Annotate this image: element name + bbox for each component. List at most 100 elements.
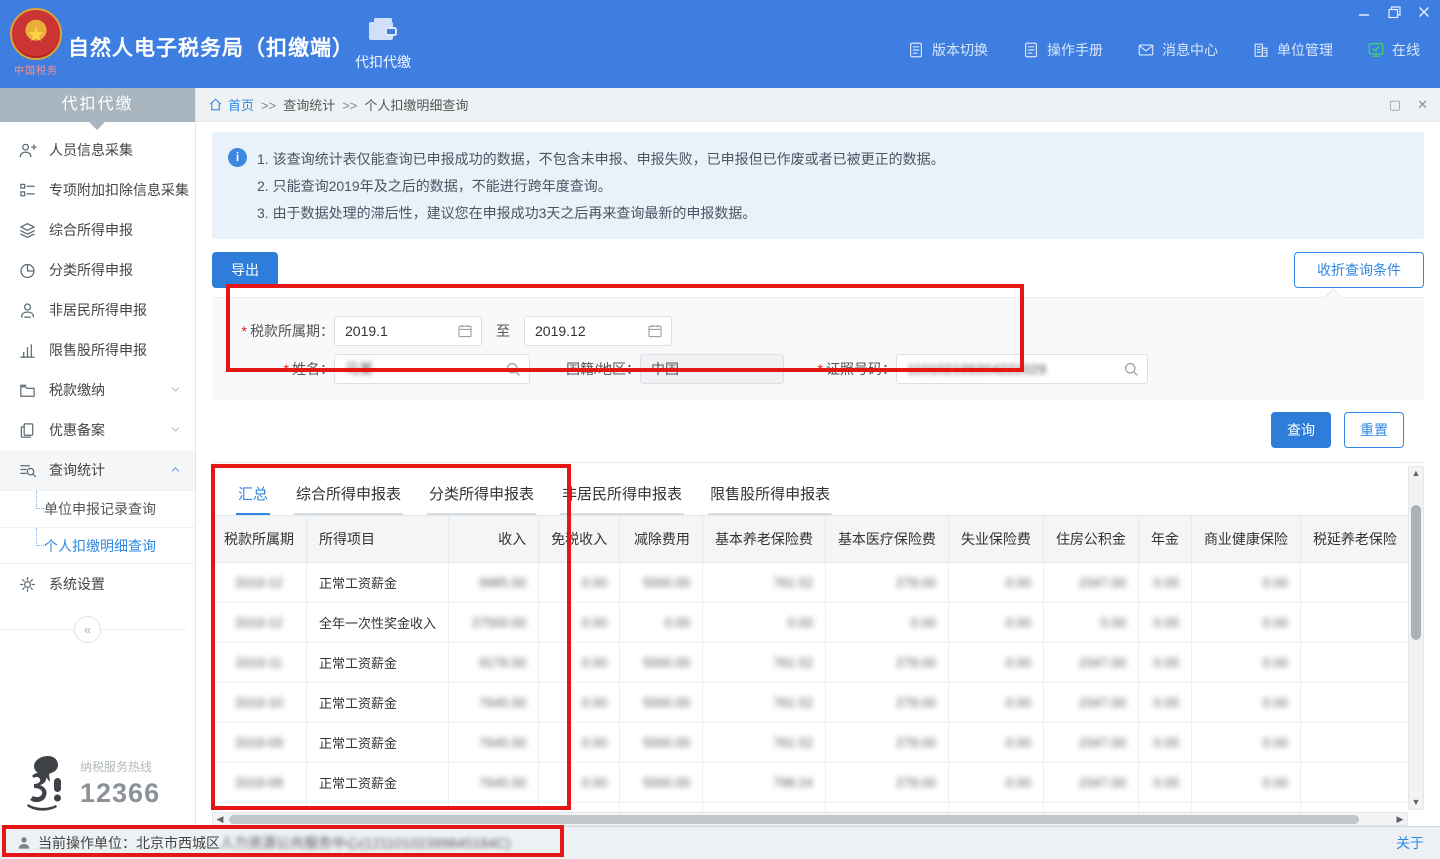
sidebar-item-8[interactable]: 查询统计 xyxy=(0,450,195,490)
cell-value: 0.00 xyxy=(1263,735,1288,750)
table-row-0-cell-6: 279.00 xyxy=(825,562,948,602)
name-field[interactable] xyxy=(334,354,530,384)
window-restore-button[interactable] xyxy=(1386,4,1402,20)
horizontal-scrollbar[interactable]: ◀ ▶ xyxy=(212,812,1408,826)
sidebar-subitem-8-0[interactable]: 单位申报记录查询 xyxy=(0,490,195,527)
cell-value: 0.00 xyxy=(582,655,607,670)
tab-4[interactable]: 限售股所得申报表 xyxy=(708,477,832,515)
sidebar-subitem-8-1[interactable]: 个人扣缴明细查询 xyxy=(0,527,195,564)
search-icon[interactable] xyxy=(1123,361,1140,378)
header-menu-item-0[interactable]: 版本切换 xyxy=(907,40,988,60)
export-button[interactable]: 导出 xyxy=(212,252,278,288)
reset-button[interactable]: 重置 xyxy=(1344,412,1404,448)
window-close-button[interactable] xyxy=(1416,4,1432,20)
sidebar-item-4[interactable]: 非居民所得申报 xyxy=(0,290,195,330)
vertical-scroll-thumb[interactable] xyxy=(1411,505,1421,640)
notice-line-3: 3. 由于数据处理的滞后性，建议您在申报成功3天之后再来查询最新的申报数据。 xyxy=(257,200,945,227)
document-icon xyxy=(1022,41,1040,59)
table-row-2-cell-6: 279.00 xyxy=(825,642,948,682)
cell-value: 2019-10 xyxy=(235,695,283,710)
column-header-7: 失业保险费 xyxy=(948,516,1043,562)
range-separator: 至 xyxy=(496,321,510,341)
horizontal-scroll-thumb[interactable] xyxy=(229,815,1359,824)
tab-2[interactable]: 分类所得申报表 xyxy=(427,477,536,515)
table-row-2-cell-10: 0.00 xyxy=(1191,642,1300,682)
collapse-query-button[interactable]: 收折查询条件 xyxy=(1294,252,1424,288)
sidebar-item-1[interactable]: 专项附加扣除信息采集 xyxy=(0,170,195,210)
form-row-person: *姓名： 国籍/地区： *证照号码： xyxy=(212,350,1424,388)
sidebar-item-7[interactable]: 优惠备案 xyxy=(0,410,195,450)
cert-number-input[interactable] xyxy=(897,361,1147,377)
calendar-icon[interactable] xyxy=(647,323,664,340)
scroll-up-arrow-icon[interactable]: ▲ xyxy=(1409,467,1423,480)
pane-maximize-button[interactable]: ▢ xyxy=(1389,97,1401,113)
cell-value: 0.00 xyxy=(1006,695,1031,710)
sidebar-item-3[interactable]: 分类所得申报 xyxy=(0,250,195,290)
breadcrumb-trail: >>查询统计>>个人扣缴明细查询 xyxy=(254,95,468,114)
name-input[interactable] xyxy=(335,361,529,377)
sidebar-item-5[interactable]: 限售股所得申报 xyxy=(0,330,195,370)
header-menu-item-3[interactable]: 单位管理 xyxy=(1252,40,1333,60)
sidebar-header-pointer xyxy=(88,121,106,130)
window-minimize-button[interactable] xyxy=(1356,4,1372,20)
period-from-field[interactable] xyxy=(334,316,482,346)
sidebar-item-9[interactable]: 系统设置 xyxy=(0,564,195,604)
header-menu-item-1[interactable]: 操作手册 xyxy=(1022,40,1103,60)
table-row-0-cell-10: 0.00 xyxy=(1191,562,1300,602)
cell-value: 761.52 xyxy=(773,655,813,670)
vertical-scrollbar[interactable]: ▲ ▼ xyxy=(1408,466,1424,810)
table-row-2-cell-2: 9178.00 xyxy=(449,642,539,682)
search-icon[interactable] xyxy=(505,361,522,378)
table-row-1-cell-11 xyxy=(1300,602,1408,642)
table-row-5-cell-8: 2347.00 xyxy=(1043,762,1138,802)
header-menu-item-2[interactable]: 消息中心 xyxy=(1137,40,1218,60)
calendar-icon[interactable] xyxy=(457,323,474,340)
cell-value: 2019-11 xyxy=(236,655,283,670)
table-row-4-cell-3: 0.00 xyxy=(539,722,620,762)
tab-1[interactable]: 综合所得申报表 xyxy=(294,477,403,515)
breadcrumb-home-link[interactable]: 首页 xyxy=(228,95,254,114)
table-row-5-cell-9: 0.00 xyxy=(1138,762,1191,802)
cell-value: 761.52 xyxy=(773,735,813,750)
required-mark: * xyxy=(284,361,289,377)
sidebar-item-2[interactable]: 综合所得申报 xyxy=(0,210,195,250)
cell-value: 0.00 xyxy=(1101,615,1126,630)
scroll-right-arrow-icon[interactable]: ▶ xyxy=(1393,814,1407,825)
sidebar-item-0[interactable]: 人员信息采集 xyxy=(0,130,195,170)
module-withholding[interactable]: 代扣代缴 xyxy=(338,16,428,72)
scroll-left-arrow-icon[interactable]: ◀ xyxy=(213,814,227,825)
scroll-down-arrow-icon[interactable]: ▼ xyxy=(1409,796,1423,809)
table-row-3-cell-0: 2019-10 xyxy=(212,682,307,722)
table-row-5-cell-10: 0.00 xyxy=(1191,762,1300,802)
sidebar-collapse-row: « xyxy=(0,616,195,642)
sidebar-item-label: 优惠备案 xyxy=(49,420,169,440)
column-header-6: 基本医疗保险费 xyxy=(825,516,948,562)
documents-icon xyxy=(18,421,37,440)
tab-0[interactable]: 汇总 xyxy=(236,477,270,515)
table-row-5-cell-4: 5000.00 xyxy=(620,762,703,802)
cell-value: 0.00 xyxy=(1263,655,1288,670)
cell-value: 正常工资薪金 xyxy=(319,576,397,591)
sidebar-header-label: 代扣代缴 xyxy=(61,96,133,113)
about-link[interactable]: 关于 xyxy=(1396,833,1424,853)
pane-close-button[interactable]: ✕ xyxy=(1417,97,1428,113)
cell-value: 0.00 xyxy=(665,615,690,630)
tree-guide xyxy=(36,491,46,509)
sidebar-item-label: 非居民所得申报 xyxy=(49,300,183,320)
header-menu-item-4[interactable]: 在线 xyxy=(1367,40,1420,60)
table-row-3-cell-5: 761.52 xyxy=(702,682,825,722)
cert-number-field[interactable] xyxy=(896,354,1148,384)
tree-guide xyxy=(36,528,46,546)
breadcrumb-item-0[interactable]: 查询统计 xyxy=(283,98,335,113)
toolbar: 导出 收折查询条件 xyxy=(212,243,1424,297)
table-row-4-cell-7: 0.00 xyxy=(948,722,1043,762)
pane-controls: ▢ ✕ xyxy=(1389,97,1428,113)
sidebar-item-6[interactable]: 税款缴纳 xyxy=(0,370,195,410)
table-row-4-cell-4: 5000.00 xyxy=(620,722,703,762)
sidebar-item-label: 人员信息采集 xyxy=(49,140,183,160)
period-to-field[interactable] xyxy=(524,316,672,346)
tab-3[interactable]: 非居民所得申报表 xyxy=(560,477,684,515)
sidebar-subitem-label: 单位申报记录查询 xyxy=(44,499,156,519)
sidebar-collapse-button[interactable]: « xyxy=(74,616,101,643)
query-button[interactable]: 查询 xyxy=(1271,412,1331,448)
